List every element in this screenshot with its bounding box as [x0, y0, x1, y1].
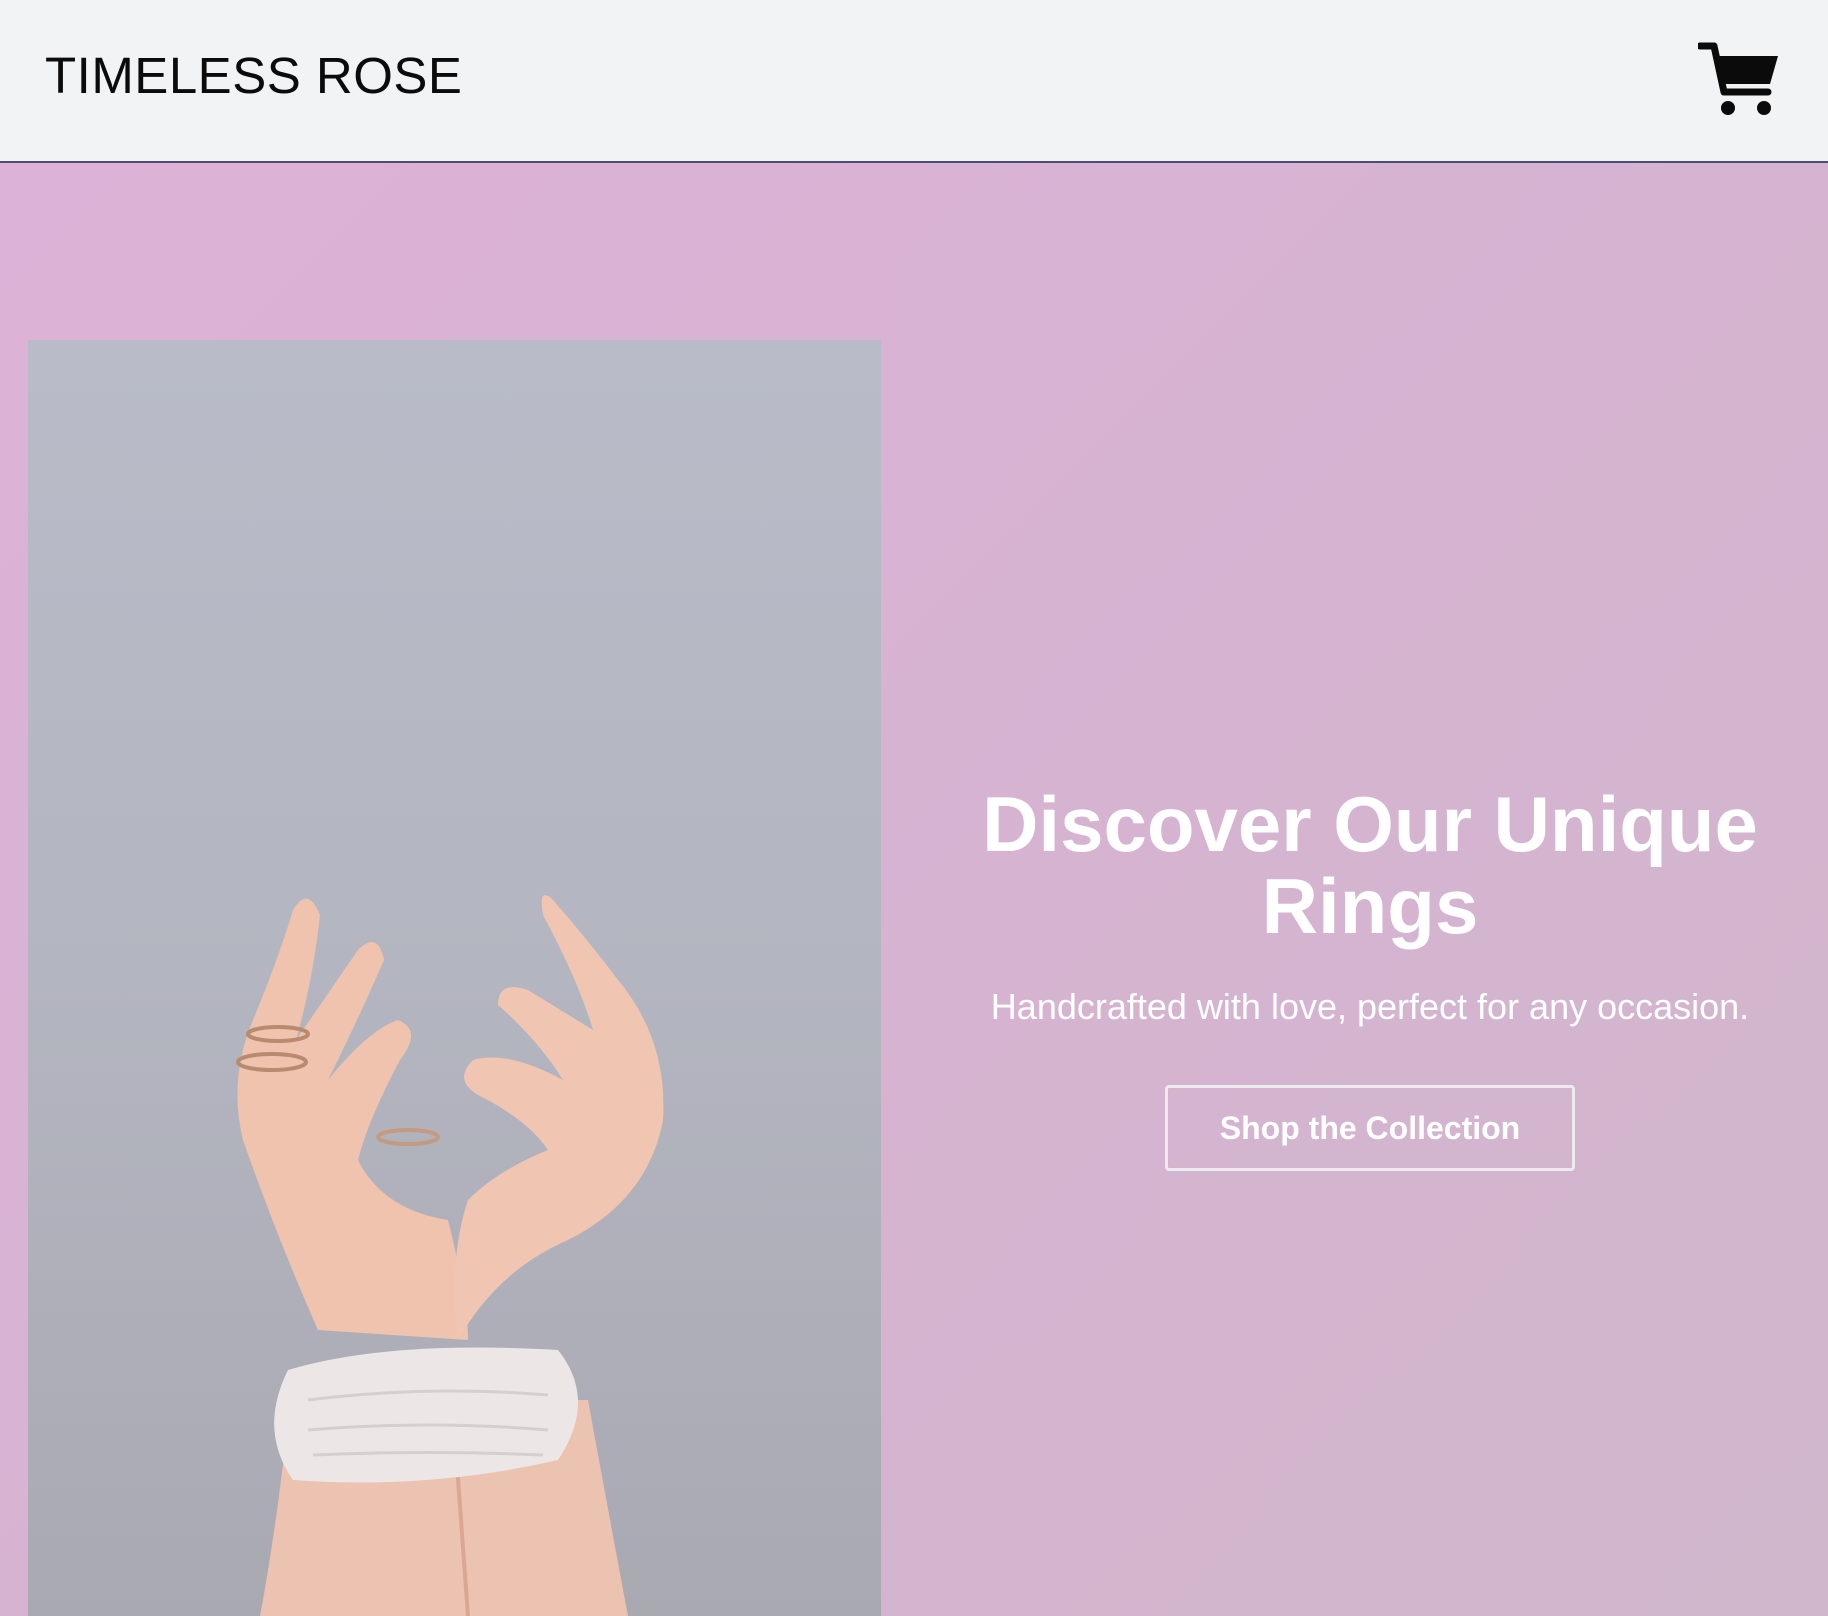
- hero-headline: Discover Our Unique Rings: [982, 780, 1758, 950]
- hero-section: Discover Our Unique Rings Handcrafted wi…: [0, 163, 1828, 1616]
- hands-illustration: [236, 895, 664, 1616]
- shopping-cart-icon[interactable]: [1696, 42, 1780, 118]
- hands-with-rings-photo: [28, 340, 881, 1616]
- hero-copy: Discover Our Unique Rings Handcrafted wi…: [940, 783, 1800, 1171]
- site-header: TIMELESS ROSE: [0, 0, 1828, 163]
- hero-subline: Handcrafted with love, perfect for any o…: [990, 986, 1750, 1027]
- shopping-cart-icon-svg: [1696, 42, 1778, 115]
- brand-logo-text[interactable]: TIMELESS ROSE: [45, 44, 462, 108]
- shop-collection-button[interactable]: Shop the Collection: [1165, 1085, 1575, 1171]
